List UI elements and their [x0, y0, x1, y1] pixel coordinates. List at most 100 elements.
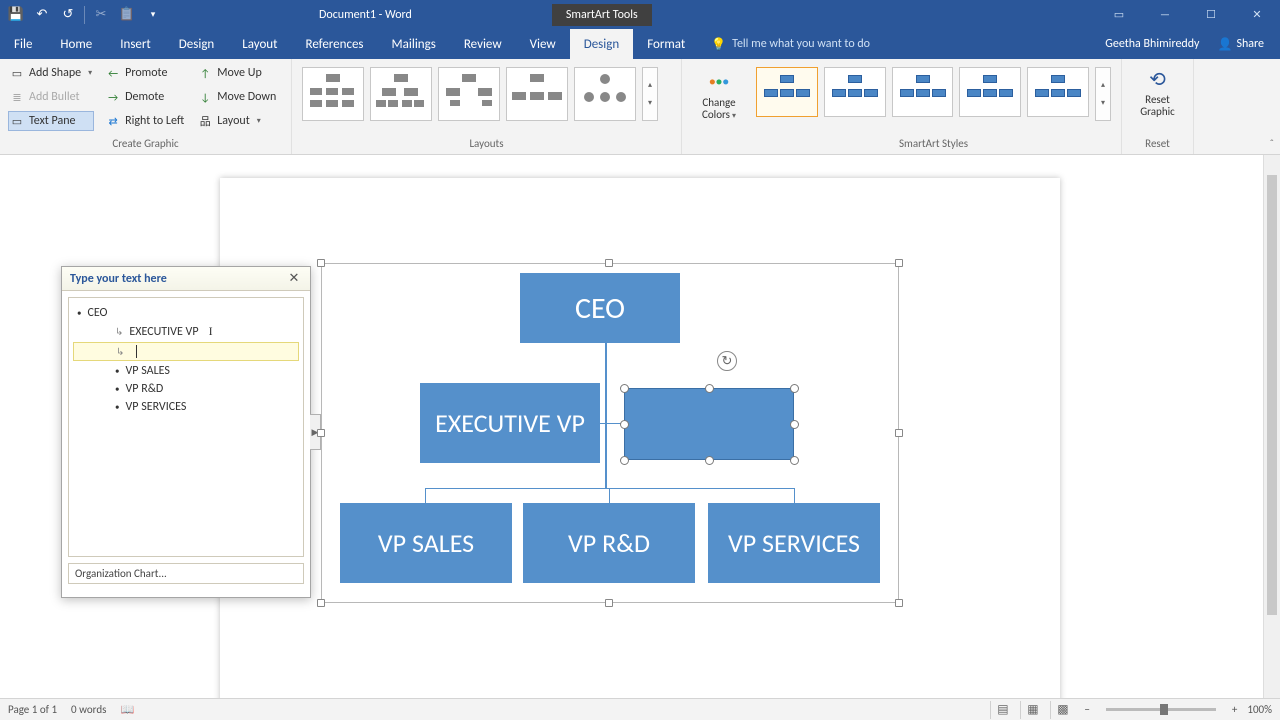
- tp-item-execvp[interactable]: ↳EXECUTIVE VPI: [73, 322, 299, 341]
- tab-home[interactable]: Home: [46, 29, 106, 59]
- rtl-button[interactable]: ⇄Right to Left: [104, 111, 186, 131]
- collapse-ribbon-icon[interactable]: ˆ: [1270, 137, 1274, 150]
- style-thumb-3[interactable]: [892, 67, 954, 117]
- layout-thumb-2[interactable]: [370, 67, 432, 121]
- node-exec-vp[interactable]: EXECUTIVE VP: [420, 383, 600, 463]
- arrow-right-icon: →: [106, 90, 120, 104]
- cut-icon[interactable]: ✂: [89, 3, 113, 27]
- arrow-down-icon: ↓: [198, 90, 212, 104]
- tab-smartart-design[interactable]: Design: [570, 29, 633, 59]
- tab-view[interactable]: View: [516, 29, 570, 59]
- promote-button[interactable]: ←Promote: [104, 63, 186, 83]
- group-create-graphic: ▭Add Shape▾ ≣Add Bullet ▭Text Pane ←Prom…: [0, 59, 292, 154]
- zoom-slider[interactable]: [1106, 708, 1216, 711]
- close-icon[interactable]: ✕: [1234, 0, 1280, 29]
- node-vp-rd[interactable]: VP R&D: [523, 503, 695, 583]
- view-print-icon[interactable]: ▦: [1020, 701, 1044, 719]
- view-read-icon[interactable]: ▤: [990, 701, 1014, 719]
- node-ceo[interactable]: CEO: [520, 273, 680, 343]
- vertical-scrollbar[interactable]: [1263, 155, 1280, 698]
- group-label: SmartArt Styles: [754, 137, 1113, 152]
- change-colors-button[interactable]: ●●● Change Colors▾: [690, 63, 748, 121]
- text-pane-title: Type your text here: [70, 272, 167, 286]
- zoom-in-button[interactable]: +: [1228, 703, 1241, 716]
- zoom-level[interactable]: 100%: [1247, 703, 1272, 716]
- tell-me-search[interactable]: 💡 Tell me what you want to do: [711, 29, 870, 59]
- layout-thumb-5[interactable]: [574, 67, 636, 121]
- tab-smartart-format[interactable]: Format: [633, 29, 699, 59]
- tell-me-label: Tell me what you want to do: [732, 37, 870, 51]
- move-up-button[interactable]: ↑Move Up: [196, 63, 278, 83]
- node-blank-selected[interactable]: [624, 388, 794, 460]
- tab-review[interactable]: Review: [450, 29, 516, 59]
- bullet-icon: ≣: [10, 90, 24, 104]
- ribbon-options-icon[interactable]: ▭: [1096, 0, 1142, 29]
- tab-references[interactable]: References: [292, 29, 378, 59]
- style-thumb-5[interactable]: [1027, 67, 1089, 117]
- status-words[interactable]: 0 words: [71, 703, 106, 716]
- add-bullet-button: ≣Add Bullet: [8, 87, 94, 107]
- layout-thumb-1[interactable]: [302, 67, 364, 121]
- layouts-more-button[interactable]: ▴▾: [642, 67, 658, 121]
- share-icon: 👤: [1217, 37, 1232, 52]
- tp-item-ceo[interactable]: •CEO: [73, 304, 299, 322]
- document-area: Type your text here ✕ •CEO ↳EXECUTIVE VP…: [0, 155, 1280, 698]
- tab-layout[interactable]: Layout: [228, 29, 291, 59]
- reset-graphic-button[interactable]: ⟲ Reset Graphic: [1130, 63, 1185, 118]
- node-vp-services[interactable]: VP SERVICES: [708, 503, 880, 583]
- paste-icon[interactable]: 📋: [115, 3, 139, 27]
- user-name[interactable]: Geetha Bhimireddy: [1105, 37, 1199, 51]
- layout-icon: 品: [198, 114, 212, 128]
- smartart-text-pane: Type your text here ✕ •CEO ↳EXECUTIVE VP…: [61, 266, 311, 598]
- tp-item-vpservices[interactable]: •VP SERVICES: [73, 398, 299, 416]
- style-thumb-4[interactable]: [959, 67, 1021, 117]
- text-pane-list[interactable]: •CEO ↳EXECUTIVE VPI ↳ •VP SALES •VP R&D …: [68, 297, 304, 557]
- tab-insert[interactable]: Insert: [106, 29, 165, 59]
- smartart-canvas[interactable]: CEO EXECUTIVE VP VP SALES VP R&D VP SERV…: [321, 263, 899, 603]
- undo-icon[interactable]: ↶: [30, 3, 54, 27]
- layout-button[interactable]: 品Layout▾: [196, 111, 278, 131]
- styles-more-button[interactable]: ▴▾: [1095, 67, 1111, 121]
- style-thumb-2[interactable]: [824, 67, 886, 117]
- maximize-icon[interactable]: ☐: [1188, 0, 1234, 29]
- group-reset: ⟲ Reset Graphic Reset: [1122, 59, 1194, 154]
- ribbon: ▭Add Shape▾ ≣Add Bullet ▭Text Pane ←Prom…: [0, 59, 1280, 155]
- status-page[interactable]: Page 1 of 1: [8, 703, 57, 716]
- view-web-icon[interactable]: ▩: [1050, 701, 1074, 719]
- group-layouts: ▴▾ Layouts: [292, 59, 682, 154]
- text-pane-footer[interactable]: Organization Chart...: [68, 563, 304, 584]
- tp-item-editing[interactable]: ↳: [73, 342, 299, 361]
- group-colors: ●●● Change Colors▾: [682, 59, 746, 154]
- node-vp-sales[interactable]: VP SALES: [340, 503, 512, 583]
- group-label: Create Graphic: [8, 137, 283, 152]
- save-icon[interactable]: 💾: [4, 3, 28, 27]
- tab-file[interactable]: File: [0, 29, 46, 59]
- add-shape-button[interactable]: ▭Add Shape▾: [8, 63, 94, 83]
- qat-more-icon[interactable]: ▾: [141, 3, 165, 27]
- tp-item-vprd[interactable]: •VP R&D: [73, 380, 299, 398]
- text-pane-toggle[interactable]: ▭Text Pane: [8, 111, 94, 131]
- share-label: Share: [1236, 37, 1264, 51]
- reset-icon: ⟲: [1149, 67, 1166, 92]
- textpane-icon: ▭: [10, 114, 24, 128]
- share-button[interactable]: 👤 Share: [1211, 35, 1270, 54]
- status-proofing-icon[interactable]: 📖: [120, 703, 134, 716]
- title-bar: 💾 ↶ ↺ ✂ 📋 ▾ Document1 - Word SmartArt To…: [0, 0, 1280, 29]
- tab-mailings[interactable]: Mailings: [378, 29, 450, 59]
- redo-icon[interactable]: ↺: [56, 3, 80, 27]
- demote-button[interactable]: →Demote: [104, 87, 186, 107]
- rotate-handle-icon[interactable]: [717, 351, 737, 371]
- tab-design[interactable]: Design: [165, 29, 228, 59]
- move-down-button[interactable]: ↓Move Down: [196, 87, 278, 107]
- group-label: Layouts: [300, 137, 673, 152]
- layout-thumb-4[interactable]: [506, 67, 568, 121]
- style-thumb-1[interactable]: [756, 67, 818, 117]
- close-text-pane-icon[interactable]: ✕: [286, 271, 302, 286]
- minimize-icon[interactable]: —: [1142, 0, 1188, 29]
- status-bar: Page 1 of 1 0 words 📖 ▤ ▦ ▩ − + 100%: [0, 698, 1280, 720]
- quick-access-toolbar: 💾 ↶ ↺ ✂ 📋 ▾: [0, 0, 169, 29]
- layout-thumb-3[interactable]: [438, 67, 500, 121]
- tp-item-vpsales[interactable]: •VP SALES: [73, 362, 299, 380]
- arrow-up-icon: ↑: [198, 66, 212, 80]
- zoom-out-button[interactable]: −: [1080, 703, 1093, 716]
